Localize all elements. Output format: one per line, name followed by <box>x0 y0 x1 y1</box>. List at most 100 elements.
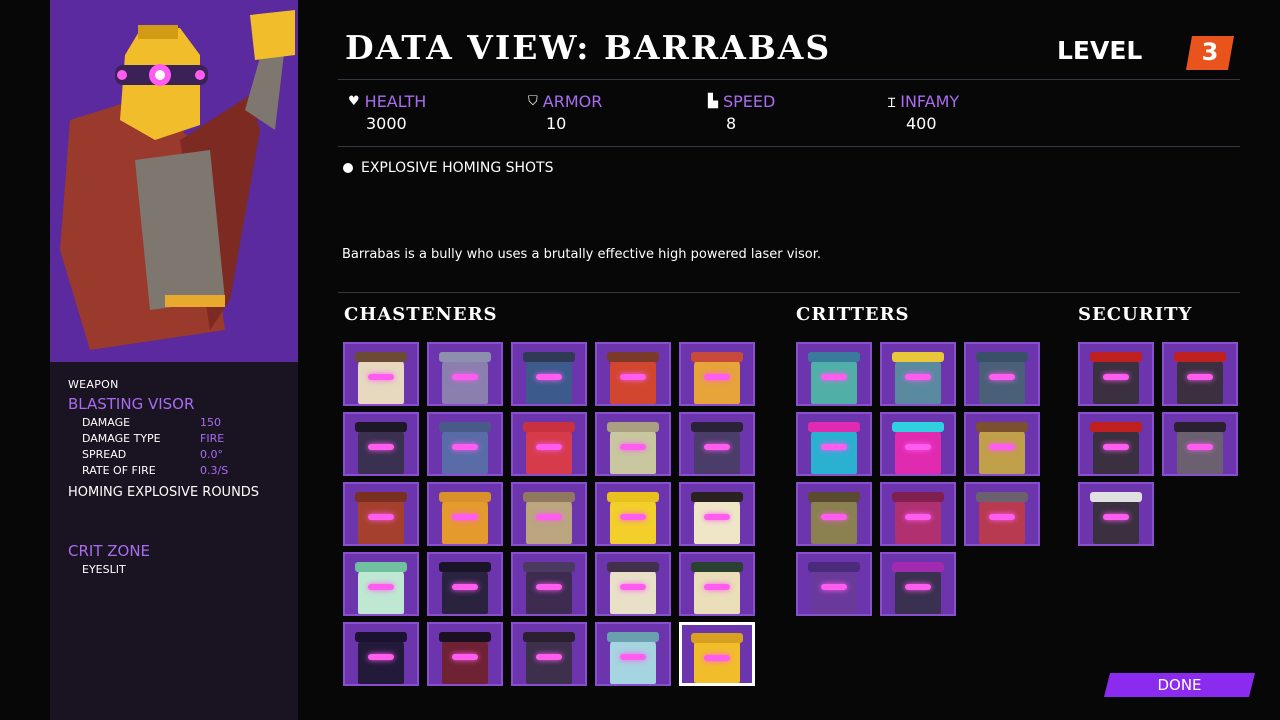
chastener-portrait-tile[interactable] <box>595 412 671 476</box>
portrait-headgear <box>1174 422 1226 432</box>
critter-portrait-tile[interactable] <box>964 412 1040 476</box>
security-portrait-tile[interactable] <box>1078 412 1154 476</box>
portrait-headgear <box>523 562 575 572</box>
page-title: DATA VIEW: BARRABAS <box>345 28 832 67</box>
portrait-headgear <box>439 422 491 432</box>
ability-item: EXPLOSIVE HOMING SHOTS <box>343 160 554 176</box>
critter-portrait-tile[interactable] <box>796 342 872 406</box>
critter-portrait-tile[interactable] <box>964 342 1040 406</box>
stat-speed: ▙ SPEED 8 <box>708 92 775 133</box>
portrait-headgear <box>439 562 491 572</box>
chastener-portrait-tile[interactable] <box>511 482 587 546</box>
chastener-portrait-tile[interactable] <box>679 552 755 616</box>
portrait-eyes <box>821 584 847 590</box>
chastener-portrait-tile[interactable] <box>679 412 755 476</box>
portrait-figure <box>610 426 656 474</box>
chastener-portrait-tile[interactable] <box>595 552 671 616</box>
portrait-eyes <box>1187 444 1213 450</box>
portrait-figure <box>694 566 740 614</box>
portrait-figure <box>358 426 404 474</box>
portrait-headgear <box>808 562 860 572</box>
portrait-eyes <box>536 444 562 450</box>
critter-portrait-tile[interactable] <box>796 412 872 476</box>
portrait-headgear <box>976 422 1028 432</box>
chastener-portrait-tile[interactable] <box>679 342 755 406</box>
portrait-headgear <box>607 352 659 362</box>
weapon-stat-value: 150 <box>200 416 221 429</box>
portrait-figure <box>610 356 656 404</box>
portrait-figure <box>1093 356 1139 404</box>
portrait-figure <box>811 496 857 544</box>
portrait-eyes <box>368 654 394 660</box>
chastener-portrait-tile[interactable] <box>511 342 587 406</box>
security-grid <box>1078 342 1242 548</box>
portrait-figure <box>526 636 572 684</box>
weapon-stat-key: SPREAD <box>82 448 127 461</box>
chastener-portrait-tile[interactable] <box>343 342 419 406</box>
portrait-eyes <box>536 654 562 660</box>
chastener-portrait-tile[interactable] <box>511 412 587 476</box>
portrait-eyes <box>452 444 478 450</box>
critter-portrait-tile[interactable] <box>880 412 956 476</box>
portrait-headgear <box>355 562 407 572</box>
portrait-eyes <box>989 444 1015 450</box>
portrait-headgear <box>892 422 944 432</box>
infamy-icon: Ɪ <box>888 95 896 111</box>
critter-portrait-tile[interactable] <box>880 552 956 616</box>
security-portrait-tile[interactable] <box>1162 342 1238 406</box>
chastener-portrait-tile[interactable] <box>343 622 419 686</box>
critter-portrait-tile[interactable] <box>796 552 872 616</box>
weapon-stat-key: DAMAGE TYPE <box>82 432 161 445</box>
portrait-figure <box>979 356 1025 404</box>
done-button-label[interactable]: DONE <box>1107 676 1252 694</box>
bullet-icon <box>343 163 353 173</box>
portrait-headgear <box>1090 422 1142 432</box>
critter-portrait-tile[interactable] <box>880 342 956 406</box>
portrait-headgear <box>523 492 575 502</box>
portrait-eyes <box>704 444 730 450</box>
portrait-eyes <box>1103 514 1129 520</box>
chastener-portrait-tile[interactable] <box>427 552 503 616</box>
chastener-portrait-tile[interactable] <box>427 482 503 546</box>
chastener-portrait-tile[interactable] <box>595 482 671 546</box>
critter-portrait-tile[interactable] <box>880 482 956 546</box>
weapon-stat-value: 0.3/S <box>200 464 229 477</box>
weapon-stat-row: RATE OF FIRE 0.3/S <box>68 464 288 477</box>
portrait-figure <box>1177 426 1223 474</box>
portrait-figure <box>895 566 941 614</box>
chastener-portrait-tile[interactable] <box>679 482 755 546</box>
portrait-headgear <box>523 422 575 432</box>
portrait-eyes <box>368 584 394 590</box>
chastener-portrait-tile[interactable] <box>595 342 671 406</box>
stat-armor: ⛉ ARMOR 10 <box>528 92 602 133</box>
crit-zone-value: EYESLIT <box>82 563 126 576</box>
shield-icon: ⛉ <box>528 94 538 109</box>
portrait-headgear <box>691 352 743 362</box>
portrait-headgear <box>892 562 944 572</box>
chastener-portrait-tile[interactable] <box>427 622 503 686</box>
portrait-eyes <box>989 514 1015 520</box>
portrait-eyes <box>704 374 730 380</box>
portrait-figure <box>895 496 941 544</box>
chastener-portrait-tile[interactable] <box>343 552 419 616</box>
portrait-headgear <box>976 352 1028 362</box>
chastener-portrait-tile[interactable] <box>511 552 587 616</box>
chastener-portrait-tile[interactable] <box>343 412 419 476</box>
critter-portrait-tile[interactable] <box>796 482 872 546</box>
critter-portrait-tile[interactable] <box>964 482 1040 546</box>
security-portrait-tile[interactable] <box>1162 412 1238 476</box>
chastener-portrait-tile[interactable] <box>679 622 755 686</box>
security-portrait-tile[interactable] <box>1078 482 1154 546</box>
security-portrait-tile[interactable] <box>1078 342 1154 406</box>
chastener-portrait-tile[interactable] <box>343 482 419 546</box>
chastener-portrait-tile[interactable] <box>427 412 503 476</box>
chastener-portrait-tile[interactable] <box>511 622 587 686</box>
chastener-portrait-tile[interactable] <box>427 342 503 406</box>
chastener-portrait-tile[interactable] <box>595 622 671 686</box>
portrait-figure <box>895 356 941 404</box>
ability-label: EXPLOSIVE HOMING SHOTS <box>361 160 554 176</box>
portrait-headgear <box>439 352 491 362</box>
portrait-eyes <box>368 514 394 520</box>
character-panel: WEAPON BLASTING VISOR DAMAGE 150 DAMAGE … <box>50 0 298 720</box>
weapon-info: WEAPON BLASTING VISOR DAMAGE 150 DAMAGE … <box>68 378 288 576</box>
